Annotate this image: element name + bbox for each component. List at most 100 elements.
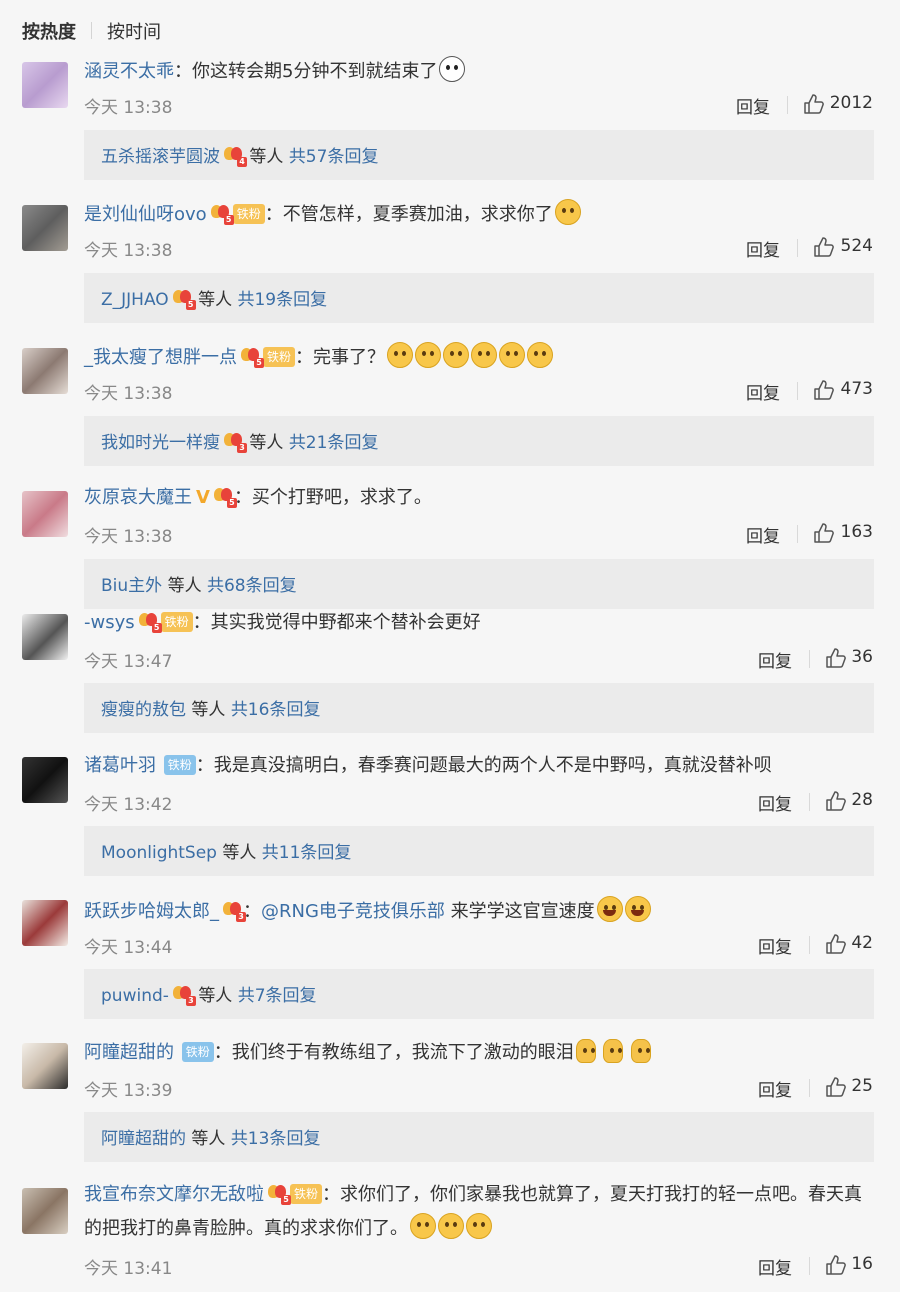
comment-time: 今天 13:38 bbox=[84, 98, 173, 118]
like-count: 524 bbox=[840, 236, 873, 256]
emoji-icon bbox=[387, 342, 414, 368]
username-link[interactable]: 阿瞳超甜的 bbox=[84, 1042, 174, 1063]
crown-badge-icon: 5 bbox=[213, 486, 237, 508]
avatar[interactable] bbox=[22, 614, 68, 660]
reply-button[interactable]: 回复 bbox=[758, 647, 792, 672]
emoji-icon bbox=[554, 199, 581, 225]
fan-badge: 铁粉 bbox=[290, 1184, 323, 1204]
like-count: 28 bbox=[851, 790, 873, 810]
comment-text: ：我们终于有教练组了，我流下了激动的眼泪 bbox=[213, 1042, 574, 1063]
username-link[interactable]: 灰原哀大魔王 bbox=[84, 487, 192, 508]
reply-username[interactable]: Biu主外 bbox=[101, 576, 162, 596]
reply-button[interactable]: 回复 bbox=[746, 236, 780, 261]
reply-etc-label: 等人 bbox=[249, 433, 284, 453]
comment-line: 我宣布奈文摩尔无敌啦 5 铁粉 ：求你们了，你们家暴我也就算了，夏天打我打的轻一点吧。… bbox=[84, 1178, 874, 1246]
reply-button[interactable]: 回复 bbox=[746, 379, 780, 404]
reply-username[interactable]: 阿瞳超甜的 bbox=[101, 1129, 186, 1149]
reply-button[interactable]: 回复 bbox=[758, 1254, 792, 1279]
reply-total-link[interactable]: 共57条回复 bbox=[289, 147, 379, 167]
username-link[interactable]: 是刘仙仙呀ovo bbox=[84, 204, 207, 225]
reply-button[interactable]: 回复 bbox=[758, 933, 792, 958]
reply-username[interactable]: Z_JJHAO bbox=[101, 290, 169, 310]
username-link[interactable]: 跃跃步哈姆太郎_ bbox=[84, 901, 219, 922]
action-divider bbox=[809, 1079, 810, 1097]
comment-text-2: 来学学这官宣速度 bbox=[444, 901, 595, 922]
reply-total-link[interactable]: 共19条回复 bbox=[237, 290, 327, 310]
username-link[interactable]: -wsys bbox=[84, 612, 135, 633]
reply-button[interactable]: 回复 bbox=[746, 522, 780, 547]
username-link[interactable]: _我太瘦了想胖一点 bbox=[84, 347, 237, 368]
comment-text: ：你这转会期5分钟不到就结束了 bbox=[174, 61, 438, 82]
avatar[interactable] bbox=[22, 205, 68, 251]
reply-preview[interactable]: 我如时光一样瘦 3 等人 共21条回复 bbox=[84, 416, 874, 466]
reply-preview[interactable]: Biu主外 等人 共68条回复 bbox=[84, 559, 874, 609]
comment-line: 灰原哀大魔王 V 5 ：买个打野吧，求求了。 bbox=[84, 485, 432, 511]
like-count: 163 bbox=[840, 522, 873, 542]
crown-badge-icon: 5 bbox=[210, 203, 234, 225]
reply-etc-label: 等人 bbox=[198, 986, 233, 1006]
avatar[interactable] bbox=[22, 900, 68, 946]
sort-by-time-tab[interactable]: 按时间 bbox=[107, 18, 161, 44]
avatar[interactable] bbox=[22, 348, 68, 394]
username-link[interactable]: 我宣布奈文摩尔无敌啦 bbox=[84, 1184, 264, 1205]
emoji-icon bbox=[410, 1213, 436, 1239]
reply-preview[interactable]: puwind- 3 等人 共7条回复 bbox=[84, 969, 874, 1019]
reply-button[interactable]: 回复 bbox=[758, 790, 792, 815]
fan-badge: 铁粉 bbox=[160, 612, 193, 632]
reply-preview[interactable]: MoonlightSep 等人 共11条回复 bbox=[84, 826, 874, 876]
avatar[interactable] bbox=[22, 62, 68, 108]
sort-by-hot-tab[interactable]: 按热度 bbox=[22, 18, 76, 44]
action-divider bbox=[787, 96, 788, 114]
like-count: 2012 bbox=[829, 93, 873, 113]
reply-username[interactable]: MoonlightSep bbox=[101, 843, 217, 863]
emoji-icon bbox=[466, 1213, 492, 1239]
reply-total-link[interactable]: 共21条回复 bbox=[289, 433, 379, 453]
verified-v-icon: V bbox=[196, 487, 210, 508]
reply-preview[interactable]: 五杀摇滚芋圆波 4 等人 共57条回复 bbox=[84, 130, 874, 180]
username-link[interactable]: 涵灵不太乖 bbox=[84, 61, 174, 82]
avatar[interactable] bbox=[22, 1188, 68, 1234]
avatar[interactable] bbox=[22, 757, 68, 803]
reply-total-link[interactable]: 共68条回复 bbox=[207, 576, 297, 596]
sort-bar: 按热度 按时间 bbox=[0, 0, 900, 58]
mention-link[interactable]: @RNG电子竞技俱乐部 bbox=[261, 901, 445, 922]
reply-button[interactable]: 回复 bbox=[758, 1076, 792, 1101]
emoji-icon bbox=[443, 342, 470, 368]
reply-preview[interactable]: 瘦瘦的敖包 等人 共16条回复 bbox=[84, 683, 874, 733]
reply-username[interactable]: 我如时光一样瘦 bbox=[101, 433, 220, 453]
reply-username[interactable]: 瘦瘦的敖包 bbox=[101, 700, 186, 720]
comment-time: 今天 13:41 bbox=[84, 1259, 173, 1279]
action-divider bbox=[809, 936, 810, 954]
username-link[interactable]: 诸葛叶羽 bbox=[84, 755, 156, 776]
reply-total-link[interactable]: 共16条回复 bbox=[231, 700, 321, 720]
reply-preview[interactable]: Z_JJHAO 5 等人 共19条回复 bbox=[84, 273, 874, 323]
comment-text: ：我是真没搞明白，春季赛问题最大的两个人不是中野吗，真就没替补呗 bbox=[195, 755, 772, 776]
comment-text: ：买个打野吧，求求了。 bbox=[233, 487, 432, 508]
reply-etc-label: 等人 bbox=[222, 843, 257, 863]
reply-button[interactable]: 回复 bbox=[736, 93, 770, 118]
reply-username[interactable]: puwind- bbox=[101, 986, 169, 1006]
action-divider bbox=[797, 239, 798, 257]
comment-text: ：完事了？ bbox=[295, 347, 386, 368]
action-divider bbox=[809, 1257, 810, 1275]
reply-preview[interactable]: 阿瞳超甜的 等人 共13条回复 bbox=[84, 1112, 874, 1162]
crown-badge-icon: 3 bbox=[172, 984, 196, 1006]
crown-badge-icon: 5 bbox=[241, 346, 264, 368]
reply-etc-label: 等人 bbox=[198, 290, 233, 310]
action-divider bbox=[797, 382, 798, 400]
comment-line: 阿瞳超甜的 铁粉 ：我们终于有教练组了，我流下了激动的眼泪 bbox=[84, 1039, 652, 1066]
reply-total-link[interactable]: 共7条回复 bbox=[238, 986, 317, 1006]
fan-badge: 铁粉 bbox=[263, 347, 296, 367]
avatar[interactable] bbox=[22, 491, 68, 537]
crown-badge-icon: 3 bbox=[224, 431, 247, 453]
avatar[interactable] bbox=[22, 1043, 68, 1089]
comment-text: ：不管怎样，夏季赛加油，求求你了 bbox=[264, 204, 553, 225]
crown-badge-icon: 5 bbox=[268, 1183, 291, 1205]
emoji-icon bbox=[415, 342, 442, 368]
comment-time: 今天 13:39 bbox=[84, 1081, 173, 1101]
reply-username[interactable]: 五杀摇滚芋圆波 bbox=[101, 147, 220, 167]
reply-etc-label: 等人 bbox=[167, 576, 202, 596]
reply-total-link[interactable]: 共13条回复 bbox=[231, 1129, 321, 1149]
emoji-icon bbox=[499, 342, 526, 368]
reply-total-link[interactable]: 共11条回复 bbox=[262, 843, 352, 863]
